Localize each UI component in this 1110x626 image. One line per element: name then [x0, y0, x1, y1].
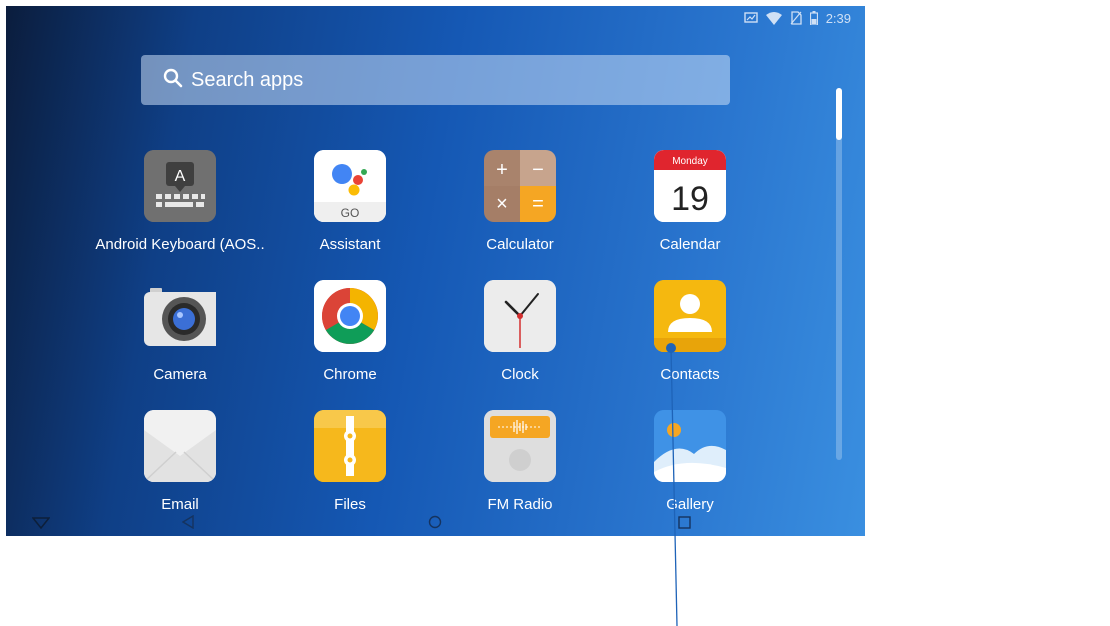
calendar-day: 19 — [671, 180, 709, 218]
app-label: Gallery — [666, 496, 714, 513]
calendar-icon: Monday 19 — [654, 150, 726, 222]
recents-icon[interactable] — [678, 516, 691, 534]
app-chrome[interactable]: Chrome — [265, 280, 435, 383]
cast-icon — [743, 12, 758, 24]
app-label: Email — [161, 496, 199, 513]
app-android-keyboard[interactable]: A Android Keyboard (AOS.. — [95, 150, 265, 253]
files-icon — [314, 410, 386, 482]
calc-plus: + — [496, 159, 508, 181]
keyboard-icon: A — [144, 150, 216, 222]
radio-icon — [484, 410, 556, 482]
app-gallery[interactable]: Gallery — [605, 410, 775, 513]
keyboard-key-letter: A — [175, 168, 186, 185]
no-sim-icon — [790, 11, 802, 25]
calculator-icon: + − × = — [484, 150, 556, 222]
app-assistant[interactable]: GO Assistant — [265, 150, 435, 253]
chrome-icon — [314, 280, 386, 352]
search-placeholder: Search apps — [191, 68, 304, 91]
contacts-icon — [654, 280, 726, 352]
calendar-weekday: Monday — [672, 156, 708, 167]
app-clock[interactable]: Clock — [435, 280, 605, 383]
wifi-icon — [765, 11, 782, 25]
camera-icon — [144, 280, 224, 352]
down-triangle-icon[interactable] — [31, 516, 51, 534]
calc-minus: − — [532, 159, 544, 181]
navigation-bar — [6, 514, 865, 536]
app-files[interactable]: Files — [265, 410, 435, 513]
gallery-icon — [654, 410, 726, 482]
app-label: Camera — [153, 366, 207, 383]
scrollbar-thumb[interactable] — [836, 88, 842, 140]
app-calculator[interactable]: + − × = Calculator — [435, 150, 605, 253]
scrollbar-track[interactable] — [836, 88, 842, 460]
back-icon[interactable] — [181, 514, 194, 534]
app-label: Chrome — [323, 366, 377, 383]
calc-equals: = — [532, 193, 544, 215]
app-camera[interactable]: Camera — [95, 280, 265, 383]
status-time: 2:39 — [825, 10, 851, 26]
app-email[interactable]: Email — [95, 410, 265, 513]
app-label: Files — [334, 496, 366, 513]
app-label: Calculator — [486, 236, 554, 253]
search-icon — [163, 68, 183, 93]
assistant-go-text: GO — [341, 206, 360, 220]
battery-icon — [809, 11, 818, 25]
app-label: Contacts — [660, 366, 720, 383]
app-label: Calendar — [659, 236, 721, 253]
app-contacts[interactable]: Contacts — [605, 280, 775, 383]
app-label: FM Radio — [487, 496, 553, 513]
app-label: Clock — [501, 366, 539, 383]
app-label: Android Keyboard (AOS.. — [95, 236, 265, 253]
home-icon[interactable] — [428, 515, 442, 534]
app-fm-radio[interactable]: FM Radio — [435, 410, 605, 513]
android-app-drawer-screen: 2:39 Search apps A Android Keyboard (AOS… — [6, 6, 865, 536]
assistant-icon: GO — [314, 150, 386, 222]
app-calendar[interactable]: Monday 19 Calendar — [605, 150, 775, 253]
clock-icon — [484, 280, 556, 352]
calc-multiply: × — [496, 193, 508, 215]
search-apps-bar[interactable]: Search apps — [141, 55, 730, 105]
app-label: Assistant — [319, 236, 381, 253]
status-bar: 2:39 — [743, 9, 851, 27]
email-icon — [144, 410, 216, 482]
